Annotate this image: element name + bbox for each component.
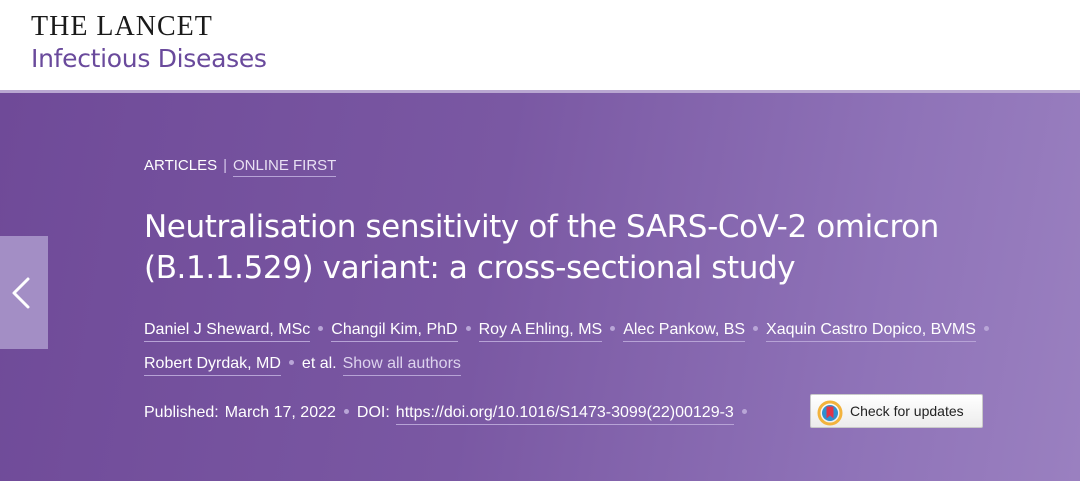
author-list: Daniel J Sheward, MSc Changil Kim, PhD Roy…	[144, 313, 1044, 381]
journal-logo-title[interactable]: THE LANCET	[31, 12, 213, 42]
category-label: ARTICLES	[144, 157, 218, 174]
author-separator-dot	[318, 326, 324, 332]
author-link[interactable]: Alec Pankow, BS	[623, 321, 746, 342]
doi-label: DOI:	[356, 404, 390, 421]
check-for-updates-button[interactable]: Check for updates	[810, 394, 983, 428]
author-separator-dot	[983, 326, 989, 332]
doi-link[interactable]: https://doi.org/10.1016/S1473-3099(22)00…	[395, 404, 734, 425]
published-date: March 17, 2022	[224, 404, 336, 421]
author-separator-dot	[610, 326, 616, 332]
author-separator-dot	[288, 360, 294, 366]
show-all-authors-link[interactable]: Show all authors	[342, 355, 461, 376]
article-category: ARTICLES | ONLINE FIRST	[144, 157, 337, 177]
journal-logo-subtitle[interactable]: Infectious Diseases	[31, 44, 267, 74]
author-link[interactable]: Xaquin Castro Dopico, BVMS	[766, 321, 976, 342]
category-separator: |	[223, 157, 227, 174]
info-separator-dot	[343, 409, 349, 415]
info-separator-dot	[741, 409, 747, 415]
et-al-text: et al.	[301, 355, 337, 372]
site-header: THE LANCET Infectious Diseases	[0, 0, 1080, 90]
check-for-updates-label: Check for updates	[850, 403, 964, 419]
publication-info: Published: March 17, 2022 DOI: https://doi.…	[144, 403, 755, 425]
online-first-link[interactable]: ONLINE FIRST	[233, 157, 337, 177]
author-separator-dot	[753, 326, 759, 332]
author-link[interactable]: Roy A Ehling, MS	[478, 321, 603, 342]
author-link[interactable]: Robert Dyrdak, MD	[144, 355, 281, 376]
crossmark-icon	[817, 400, 843, 426]
author-link[interactable]: Daniel J Sheward, MSc	[144, 321, 311, 342]
author-separator-dot	[465, 326, 471, 332]
article-title: Neutralisation sensitivity of the SARS-C…	[144, 209, 939, 286]
chevron-left-icon	[12, 277, 30, 309]
previous-article-button[interactable]	[0, 236, 48, 349]
author-link[interactable]: Changil Kim, PhD	[331, 321, 458, 342]
published-label: Published:	[144, 404, 219, 421]
